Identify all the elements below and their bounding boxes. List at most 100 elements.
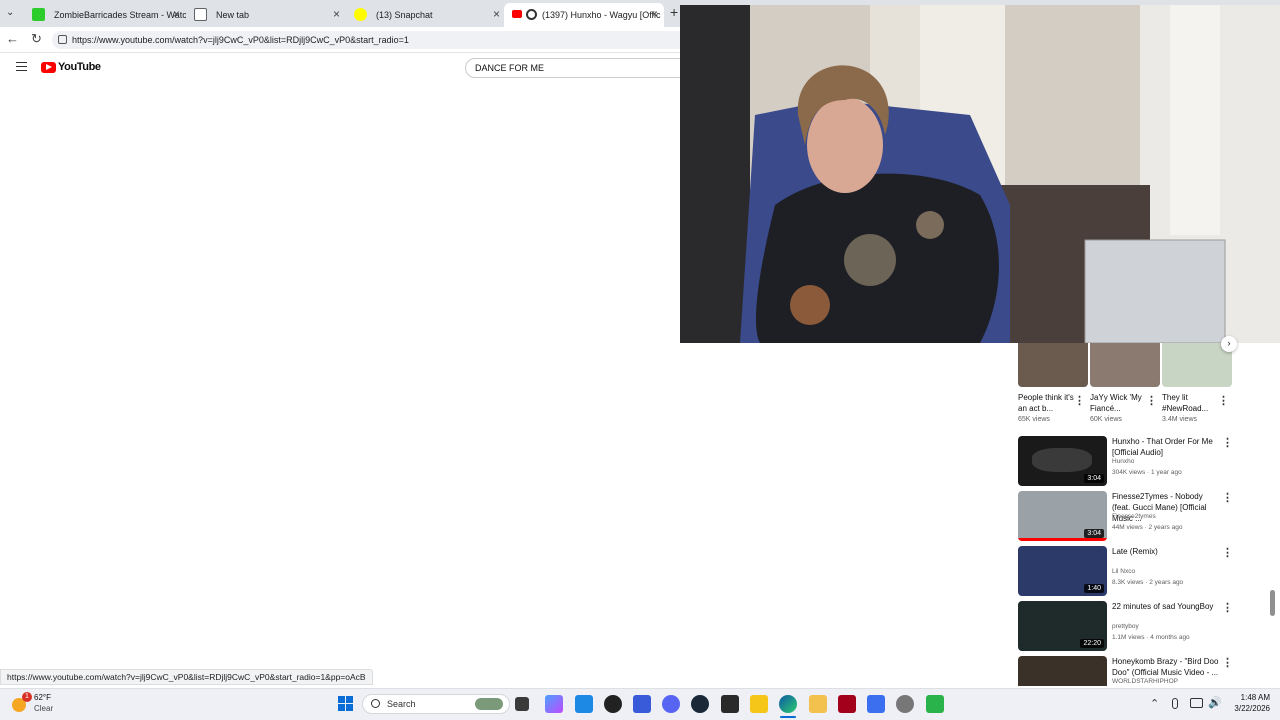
- more-options-icon[interactable]: ⋮: [1074, 394, 1085, 407]
- epic-games-icon[interactable]: [721, 695, 739, 713]
- more-options-icon[interactable]: ⋮: [1218, 394, 1229, 407]
- channel-name[interactable]: Lil Nxco: [1112, 568, 1135, 575]
- taskbar-clock[interactable]: 1:48 AM 3/22/2026: [1222, 692, 1270, 714]
- youtube-favicon-icon: [512, 10, 522, 18]
- clock-date: 3/22/2026: [1234, 704, 1270, 713]
- more-options-icon[interactable]: ⋮: [1222, 546, 1233, 559]
- short-title[interactable]: JaYy Wick 'My Fiancé...: [1090, 392, 1148, 414]
- settings-gear-icon[interactable]: [896, 695, 914, 713]
- channel-name[interactable]: Finesse2tymes: [1112, 513, 1156, 520]
- notification-badge: 1: [22, 692, 32, 702]
- copilot-icon[interactable]: [545, 695, 563, 713]
- hamburger-menu-icon[interactable]: [16, 62, 27, 71]
- windows-start-icon[interactable]: [338, 696, 353, 711]
- close-tab-icon[interactable]: ×: [493, 7, 500, 21]
- tab-title: (1397) Hunxho - Wagyu [Offic: [542, 10, 661, 20]
- short-thumbnail[interactable]: [1018, 343, 1088, 387]
- address-bar[interactable]: https://www.youtube.com/watch?v=jlj9CwC_…: [52, 31, 692, 49]
- app-icon[interactable]: [867, 695, 885, 713]
- weather-temp: 62°F: [34, 693, 51, 702]
- obs-icon[interactable]: [604, 695, 622, 713]
- page-scrollbar-thumb[interactable]: [1270, 590, 1275, 616]
- youtube-logo[interactable]: YouTube: [41, 61, 101, 73]
- close-tab-icon[interactable]: ×: [173, 7, 180, 21]
- webcam-feed-image: [680, 5, 1280, 343]
- weather-widget[interactable]: 1 62°F Clear: [8, 692, 78, 718]
- video-title[interactable]: Hunxho - That Order For Me [Official Aud…: [1112, 436, 1222, 458]
- more-options-icon[interactable]: ⋮: [1222, 436, 1233, 449]
- clock-time: 1:48 AM: [1240, 693, 1270, 702]
- app-icon[interactable]: [575, 695, 593, 713]
- tab-zombiebarricades[interactable]: ZombieBarricades Stream - Watch ×: [24, 3, 186, 27]
- weather-desc: Clear: [34, 704, 54, 713]
- video-thumbnail[interactable]: 3:04: [1018, 491, 1107, 541]
- video-meta: 44M views · 2 years ago: [1112, 524, 1183, 531]
- volume-icon[interactable]: 🔊: [1208, 696, 1222, 709]
- site-info-icon[interactable]: [58, 35, 67, 44]
- new-tab-plus-icon[interactable]: +: [670, 4, 678, 20]
- active-app-indicator: [780, 716, 796, 718]
- youtube-search-input[interactable]: DANCE FOR ME: [465, 58, 695, 78]
- list-item[interactable]: Honeykomb Brazy - "Bird Doo Doo" (Offici…: [1018, 656, 1268, 686]
- video-thumbnail[interactable]: 3:04: [1018, 436, 1107, 486]
- tab-new-tab[interactable]: New tab ×: [186, 3, 346, 27]
- channel-name[interactable]: prettyboy: [1112, 623, 1139, 630]
- reload-icon[interactable]: ↻: [31, 31, 42, 47]
- network-icon[interactable]: [1190, 698, 1203, 708]
- address-url: https://www.youtube.com/watch?v=jlj9CwC_…: [72, 35, 409, 45]
- more-options-icon[interactable]: ⋮: [1222, 491, 1233, 504]
- more-options-icon[interactable]: ⋮: [1222, 656, 1233, 669]
- file-explorer-icon[interactable]: [809, 695, 827, 713]
- snapchat-favicon-icon: [354, 8, 367, 21]
- short-title[interactable]: People think it's an act b...: [1018, 392, 1076, 414]
- back-arrow-icon[interactable]: ←: [6, 31, 19, 46]
- search-icon: [371, 699, 380, 708]
- channel-name[interactable]: Hunxho: [1112, 458, 1134, 465]
- task-view-icon[interactable]: [515, 697, 529, 711]
- taskbar-search-label: Search: [387, 699, 416, 709]
- video-meta: 304K views · 1 year ago: [1112, 469, 1182, 476]
- more-options-icon[interactable]: ⋮: [1146, 394, 1157, 407]
- list-item[interactable]: 22:20 22 minutes of sad YoungBoy prettyb…: [1018, 601, 1268, 653]
- list-item[interactable]: 1:40 Late (Remix) Lil Nxco 8.3K views · …: [1018, 546, 1268, 598]
- discord-icon[interactable]: [662, 695, 680, 713]
- youtube-play-logo-icon: [41, 61, 56, 73]
- video-duration: 1:40: [1084, 584, 1104, 593]
- show-hidden-icons-chevron-icon[interactable]: ⌃: [1150, 697, 1159, 710]
- webcam-overlay: [680, 5, 1280, 343]
- recording-icon: [526, 9, 537, 20]
- microphone-icon[interactable]: [1172, 698, 1178, 709]
- video-title[interactable]: Late (Remix): [1112, 546, 1222, 557]
- tab-snapchat[interactable]: (13) Snapchat ×: [346, 3, 506, 27]
- channel-name[interactable]: WORLDSTARHIPHOP: [1112, 678, 1178, 685]
- short-thumbnail[interactable]: [1090, 343, 1160, 387]
- more-options-icon[interactable]: ⋮: [1222, 601, 1233, 614]
- tab-title: New tab: [216, 10, 250, 20]
- edge-icon[interactable]: [779, 695, 797, 713]
- adobe-icon[interactable]: [838, 695, 856, 713]
- short-thumbnail[interactable]: [1162, 343, 1232, 387]
- video-thumbnail[interactable]: 1:40: [1018, 546, 1107, 596]
- video-meta: 1.1M views · 4 months ago: [1112, 634, 1190, 641]
- steam-icon[interactable]: [691, 695, 709, 713]
- rockstar-icon[interactable]: [750, 695, 768, 713]
- video-thumbnail[interactable]: 22:20: [1018, 601, 1107, 651]
- chevron-right-icon[interactable]: ›: [1221, 336, 1237, 352]
- short-title[interactable]: They lit #NewRoad...: [1162, 392, 1220, 414]
- short-views: 60K views: [1090, 416, 1122, 423]
- list-item[interactable]: 3:04 Hunxho - That Order For Me [Officia…: [1018, 436, 1268, 488]
- app-icon[interactable]: [926, 695, 944, 713]
- video-thumbnail[interactable]: [1018, 656, 1107, 686]
- video-title[interactable]: Honeykomb Brazy - "Bird Doo Doo" (Offici…: [1112, 656, 1222, 678]
- video-title[interactable]: 22 minutes of sad YoungBoy: [1112, 601, 1222, 612]
- list-item[interactable]: 3:04 Finesse2Tymes - Nobody (feat. Gucci…: [1018, 491, 1268, 543]
- store-icon[interactable]: [633, 695, 651, 713]
- tab-youtube-active[interactable]: (1397) Hunxho - Wagyu [Offic ×: [504, 3, 664, 27]
- taskbar-search-input[interactable]: Search: [362, 694, 510, 714]
- tab-search-chevron-icon[interactable]: ⌄: [6, 7, 14, 18]
- youtube-logo-text: YouTube: [58, 61, 101, 73]
- video-duration: 22:20: [1080, 639, 1104, 648]
- kick-favicon-icon: [32, 8, 45, 21]
- close-tab-icon[interactable]: ×: [333, 7, 340, 21]
- close-tab-icon[interactable]: ×: [651, 7, 658, 21]
